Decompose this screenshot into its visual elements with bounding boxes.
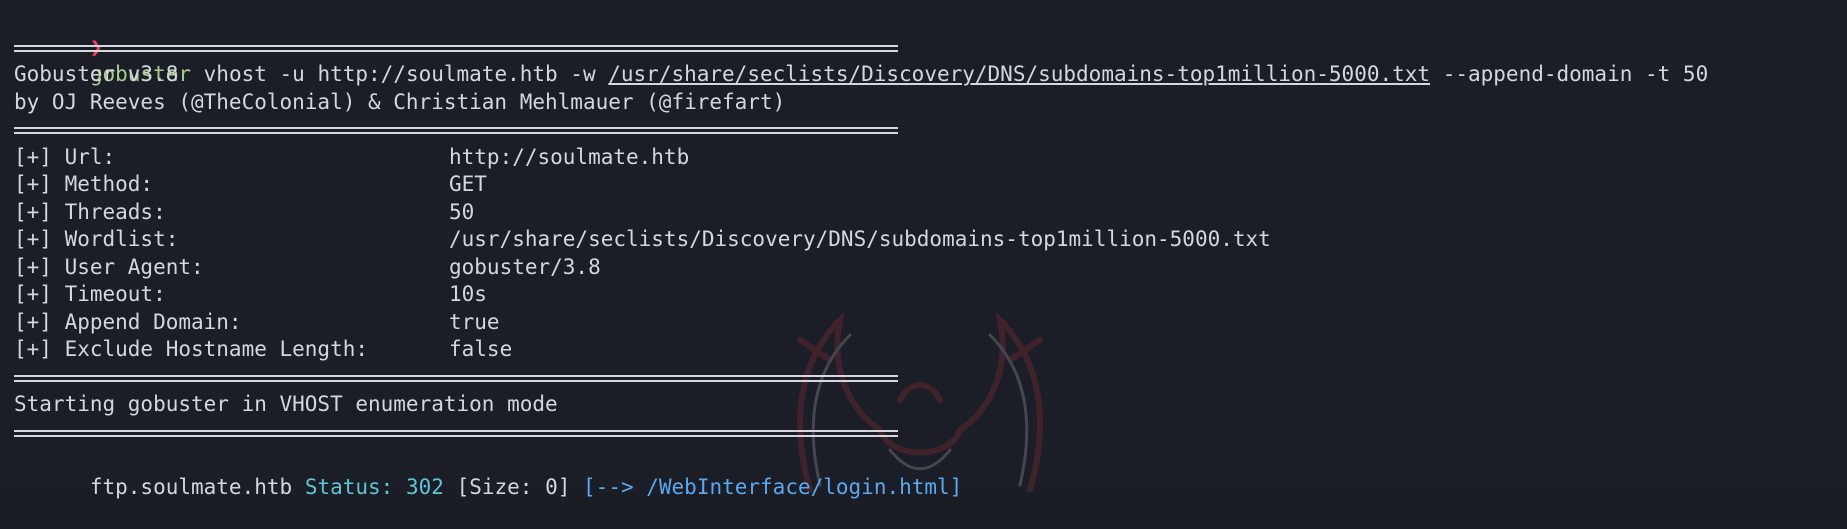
config-row: [+] Wordlist: /usr/share/seclists/Discove… xyxy=(14,226,1847,254)
config-row: [+] Exclude Hostname Length: false xyxy=(14,336,1847,364)
terminal-output: ❯ gobuster vhost -u http://soulmate.htb … xyxy=(14,6,1847,499)
config-key: [+] Threads: xyxy=(14,199,166,224)
separator xyxy=(14,364,1847,392)
result-row: ftp.soulmate.htb Status: 302 [Size: 0] [… xyxy=(14,446,1847,499)
config-value: false xyxy=(449,337,513,361)
command-args: vhost -u http://soulmate.htb -w xyxy=(191,62,609,86)
command-line: ❯ gobuster vhost -u http://soulmate.htb … xyxy=(14,6,1847,87)
config-key: [+] User Agent: xyxy=(14,254,204,279)
config-key: [+] Timeout: xyxy=(14,282,166,306)
config-row: [+] Threads: 50 xyxy=(14,199,1847,227)
config-key: [+] Exclude Hostname Length: xyxy=(14,337,369,361)
config-key: [+] Url: xyxy=(14,144,116,169)
terminal-window[interactable]: ❯ gobuster vhost -u http://soulmate.htb … xyxy=(0,0,1847,499)
result-status-code: 302 xyxy=(405,474,444,499)
command-args-tail: --append-domain -t 50 xyxy=(1430,62,1709,86)
banner-authors: by OJ Reeves (@TheColonial) & Christian … xyxy=(14,89,786,114)
config-value: 10s xyxy=(449,282,487,306)
config-row: [+] Append Domain: true xyxy=(14,309,1847,337)
wordlist-path-link[interactable]: /usr/share/seclists/Discovery/DNS/subdom… xyxy=(608,62,1430,86)
result-host: ftp.soulmate.htb xyxy=(89,474,293,499)
result-redirect: [--> /WebInterface/login.html] xyxy=(583,474,963,499)
config-row: [+] Timeout: 10s xyxy=(14,281,1847,309)
result-size: [Size: 0] xyxy=(456,474,571,499)
config-value: GET xyxy=(449,172,487,196)
config-row: [+] Url: http://soulmate.htb xyxy=(14,144,1847,172)
config-value: true xyxy=(449,309,500,334)
result-status-label: Status: xyxy=(304,474,394,499)
config-row: [+] User Agent: gobuster/3.8 xyxy=(14,254,1847,282)
config-key: [+] Wordlist: xyxy=(14,227,179,251)
separator xyxy=(14,419,1847,447)
config-key: [+] Method: xyxy=(14,172,154,196)
config-value: gobuster/3.8 xyxy=(449,254,601,279)
config-value: /usr/share/seclists/Discovery/DNS/subdom… xyxy=(449,227,1271,251)
config-key: [+] Append Domain: xyxy=(14,309,242,334)
separator xyxy=(14,116,1847,144)
config-value: 50 xyxy=(449,199,475,224)
config-row: [+] Method: GET xyxy=(14,171,1847,199)
config-value: http://soulmate.htb xyxy=(449,144,690,169)
separator xyxy=(14,34,1847,62)
start-message: Starting gobuster in VHOST enumeration m… xyxy=(14,392,558,416)
